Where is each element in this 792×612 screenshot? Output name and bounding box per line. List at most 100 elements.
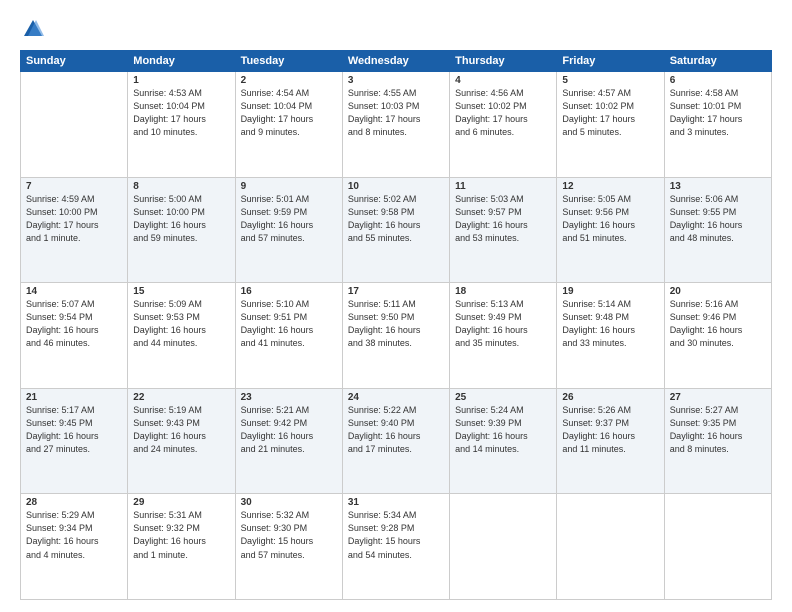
day-cell: 18Sunrise: 5:13 AM Sunset: 9:49 PM Dayli… [450, 283, 557, 389]
day-detail: Sunrise: 5:29 AM Sunset: 9:34 PM Dayligh… [26, 509, 122, 561]
day-detail: Sunrise: 5:26 AM Sunset: 9:37 PM Dayligh… [562, 404, 658, 456]
day-detail: Sunrise: 5:06 AM Sunset: 9:55 PM Dayligh… [670, 193, 766, 245]
day-detail: Sunrise: 5:24 AM Sunset: 9:39 PM Dayligh… [455, 404, 551, 456]
day-cell: 17Sunrise: 5:11 AM Sunset: 9:50 PM Dayli… [342, 283, 449, 389]
day-cell: 28Sunrise: 5:29 AM Sunset: 9:34 PM Dayli… [21, 494, 128, 600]
day-cell: 8Sunrise: 5:00 AM Sunset: 10:00 PM Dayli… [128, 177, 235, 283]
day-detail: Sunrise: 4:54 AM Sunset: 10:04 PM Daylig… [241, 87, 337, 139]
week-row-1: 1Sunrise: 4:53 AM Sunset: 10:04 PM Dayli… [21, 72, 772, 178]
day-number: 17 [348, 286, 444, 297]
week-row-5: 28Sunrise: 5:29 AM Sunset: 9:34 PM Dayli… [21, 494, 772, 600]
day-number: 24 [348, 392, 444, 403]
day-number: 12 [562, 181, 658, 192]
day-number: 1 [133, 75, 229, 86]
day-detail: Sunrise: 5:14 AM Sunset: 9:48 PM Dayligh… [562, 298, 658, 350]
day-number: 3 [348, 75, 444, 86]
day-detail: Sunrise: 5:00 AM Sunset: 10:00 PM Daylig… [133, 193, 229, 245]
day-cell: 6Sunrise: 4:58 AM Sunset: 10:01 PM Dayli… [664, 72, 771, 178]
day-number: 23 [241, 392, 337, 403]
day-number: 18 [455, 286, 551, 297]
day-number: 4 [455, 75, 551, 86]
calendar-body: 1Sunrise: 4:53 AM Sunset: 10:04 PM Dayli… [21, 72, 772, 600]
day-cell [450, 494, 557, 600]
day-number: 29 [133, 497, 229, 508]
day-detail: Sunrise: 5:32 AM Sunset: 9:30 PM Dayligh… [241, 509, 337, 561]
day-cell: 27Sunrise: 5:27 AM Sunset: 9:35 PM Dayli… [664, 388, 771, 494]
day-cell: 24Sunrise: 5:22 AM Sunset: 9:40 PM Dayli… [342, 388, 449, 494]
weekday-wednesday: Wednesday [342, 51, 449, 72]
day-cell: 20Sunrise: 5:16 AM Sunset: 9:46 PM Dayli… [664, 283, 771, 389]
day-cell: 23Sunrise: 5:21 AM Sunset: 9:42 PM Dayli… [235, 388, 342, 494]
day-number: 21 [26, 392, 122, 403]
weekday-thursday: Thursday [450, 51, 557, 72]
calendar-table: SundayMondayTuesdayWednesdayThursdayFrid… [20, 50, 772, 600]
day-detail: Sunrise: 5:13 AM Sunset: 9:49 PM Dayligh… [455, 298, 551, 350]
day-cell: 9Sunrise: 5:01 AM Sunset: 9:59 PM Daylig… [235, 177, 342, 283]
day-number: 10 [348, 181, 444, 192]
day-number: 5 [562, 75, 658, 86]
day-detail: Sunrise: 5:05 AM Sunset: 9:56 PM Dayligh… [562, 193, 658, 245]
day-cell: 16Sunrise: 5:10 AM Sunset: 9:51 PM Dayli… [235, 283, 342, 389]
day-detail: Sunrise: 5:21 AM Sunset: 9:42 PM Dayligh… [241, 404, 337, 456]
day-number: 27 [670, 392, 766, 403]
day-number: 14 [26, 286, 122, 297]
day-detail: Sunrise: 4:53 AM Sunset: 10:04 PM Daylig… [133, 87, 229, 139]
week-row-2: 7Sunrise: 4:59 AM Sunset: 10:00 PM Dayli… [21, 177, 772, 283]
day-cell: 1Sunrise: 4:53 AM Sunset: 10:04 PM Dayli… [128, 72, 235, 178]
day-number: 7 [26, 181, 122, 192]
day-detail: Sunrise: 4:59 AM Sunset: 10:00 PM Daylig… [26, 193, 122, 245]
weekday-friday: Friday [557, 51, 664, 72]
day-cell: 31Sunrise: 5:34 AM Sunset: 9:28 PM Dayli… [342, 494, 449, 600]
day-detail: Sunrise: 4:57 AM Sunset: 10:02 PM Daylig… [562, 87, 658, 139]
day-cell: 15Sunrise: 5:09 AM Sunset: 9:53 PM Dayli… [128, 283, 235, 389]
day-number: 16 [241, 286, 337, 297]
day-cell [664, 494, 771, 600]
day-cell: 21Sunrise: 5:17 AM Sunset: 9:45 PM Dayli… [21, 388, 128, 494]
day-cell: 26Sunrise: 5:26 AM Sunset: 9:37 PM Dayli… [557, 388, 664, 494]
week-row-4: 21Sunrise: 5:17 AM Sunset: 9:45 PM Dayli… [21, 388, 772, 494]
day-detail: Sunrise: 4:58 AM Sunset: 10:01 PM Daylig… [670, 87, 766, 139]
logo-icon [22, 18, 44, 40]
day-detail: Sunrise: 5:17 AM Sunset: 9:45 PM Dayligh… [26, 404, 122, 456]
day-number: 31 [348, 497, 444, 508]
day-detail: Sunrise: 5:11 AM Sunset: 9:50 PM Dayligh… [348, 298, 444, 350]
day-detail: Sunrise: 5:02 AM Sunset: 9:58 PM Dayligh… [348, 193, 444, 245]
page: SundayMondayTuesdayWednesdayThursdayFrid… [0, 0, 792, 612]
weekday-header-row: SundayMondayTuesdayWednesdayThursdayFrid… [21, 51, 772, 72]
day-cell: 12Sunrise: 5:05 AM Sunset: 9:56 PM Dayli… [557, 177, 664, 283]
day-cell: 19Sunrise: 5:14 AM Sunset: 9:48 PM Dayli… [557, 283, 664, 389]
day-detail: Sunrise: 5:34 AM Sunset: 9:28 PM Dayligh… [348, 509, 444, 561]
day-number: 22 [133, 392, 229, 403]
day-cell: 14Sunrise: 5:07 AM Sunset: 9:54 PM Dayli… [21, 283, 128, 389]
day-detail: Sunrise: 4:55 AM Sunset: 10:03 PM Daylig… [348, 87, 444, 139]
day-cell: 7Sunrise: 4:59 AM Sunset: 10:00 PM Dayli… [21, 177, 128, 283]
weekday-tuesday: Tuesday [235, 51, 342, 72]
day-detail: Sunrise: 5:09 AM Sunset: 9:53 PM Dayligh… [133, 298, 229, 350]
day-number: 11 [455, 181, 551, 192]
day-cell: 3Sunrise: 4:55 AM Sunset: 10:03 PM Dayli… [342, 72, 449, 178]
day-number: 28 [26, 497, 122, 508]
day-number: 2 [241, 75, 337, 86]
day-cell: 11Sunrise: 5:03 AM Sunset: 9:57 PM Dayli… [450, 177, 557, 283]
day-number: 26 [562, 392, 658, 403]
day-number: 30 [241, 497, 337, 508]
day-detail: Sunrise: 5:27 AM Sunset: 9:35 PM Dayligh… [670, 404, 766, 456]
day-number: 13 [670, 181, 766, 192]
weekday-sunday: Sunday [21, 51, 128, 72]
day-detail: Sunrise: 5:16 AM Sunset: 9:46 PM Dayligh… [670, 298, 766, 350]
weekday-monday: Monday [128, 51, 235, 72]
week-row-3: 14Sunrise: 5:07 AM Sunset: 9:54 PM Dayli… [21, 283, 772, 389]
day-cell: 4Sunrise: 4:56 AM Sunset: 10:02 PM Dayli… [450, 72, 557, 178]
day-cell: 29Sunrise: 5:31 AM Sunset: 9:32 PM Dayli… [128, 494, 235, 600]
day-number: 15 [133, 286, 229, 297]
day-detail: Sunrise: 5:19 AM Sunset: 9:43 PM Dayligh… [133, 404, 229, 456]
day-number: 6 [670, 75, 766, 86]
logo [20, 18, 44, 40]
weekday-saturday: Saturday [664, 51, 771, 72]
day-detail: Sunrise: 5:10 AM Sunset: 9:51 PM Dayligh… [241, 298, 337, 350]
day-detail: Sunrise: 5:31 AM Sunset: 9:32 PM Dayligh… [133, 509, 229, 561]
day-cell: 22Sunrise: 5:19 AM Sunset: 9:43 PM Dayli… [128, 388, 235, 494]
day-cell [21, 72, 128, 178]
day-number: 20 [670, 286, 766, 297]
day-detail: Sunrise: 5:03 AM Sunset: 9:57 PM Dayligh… [455, 193, 551, 245]
